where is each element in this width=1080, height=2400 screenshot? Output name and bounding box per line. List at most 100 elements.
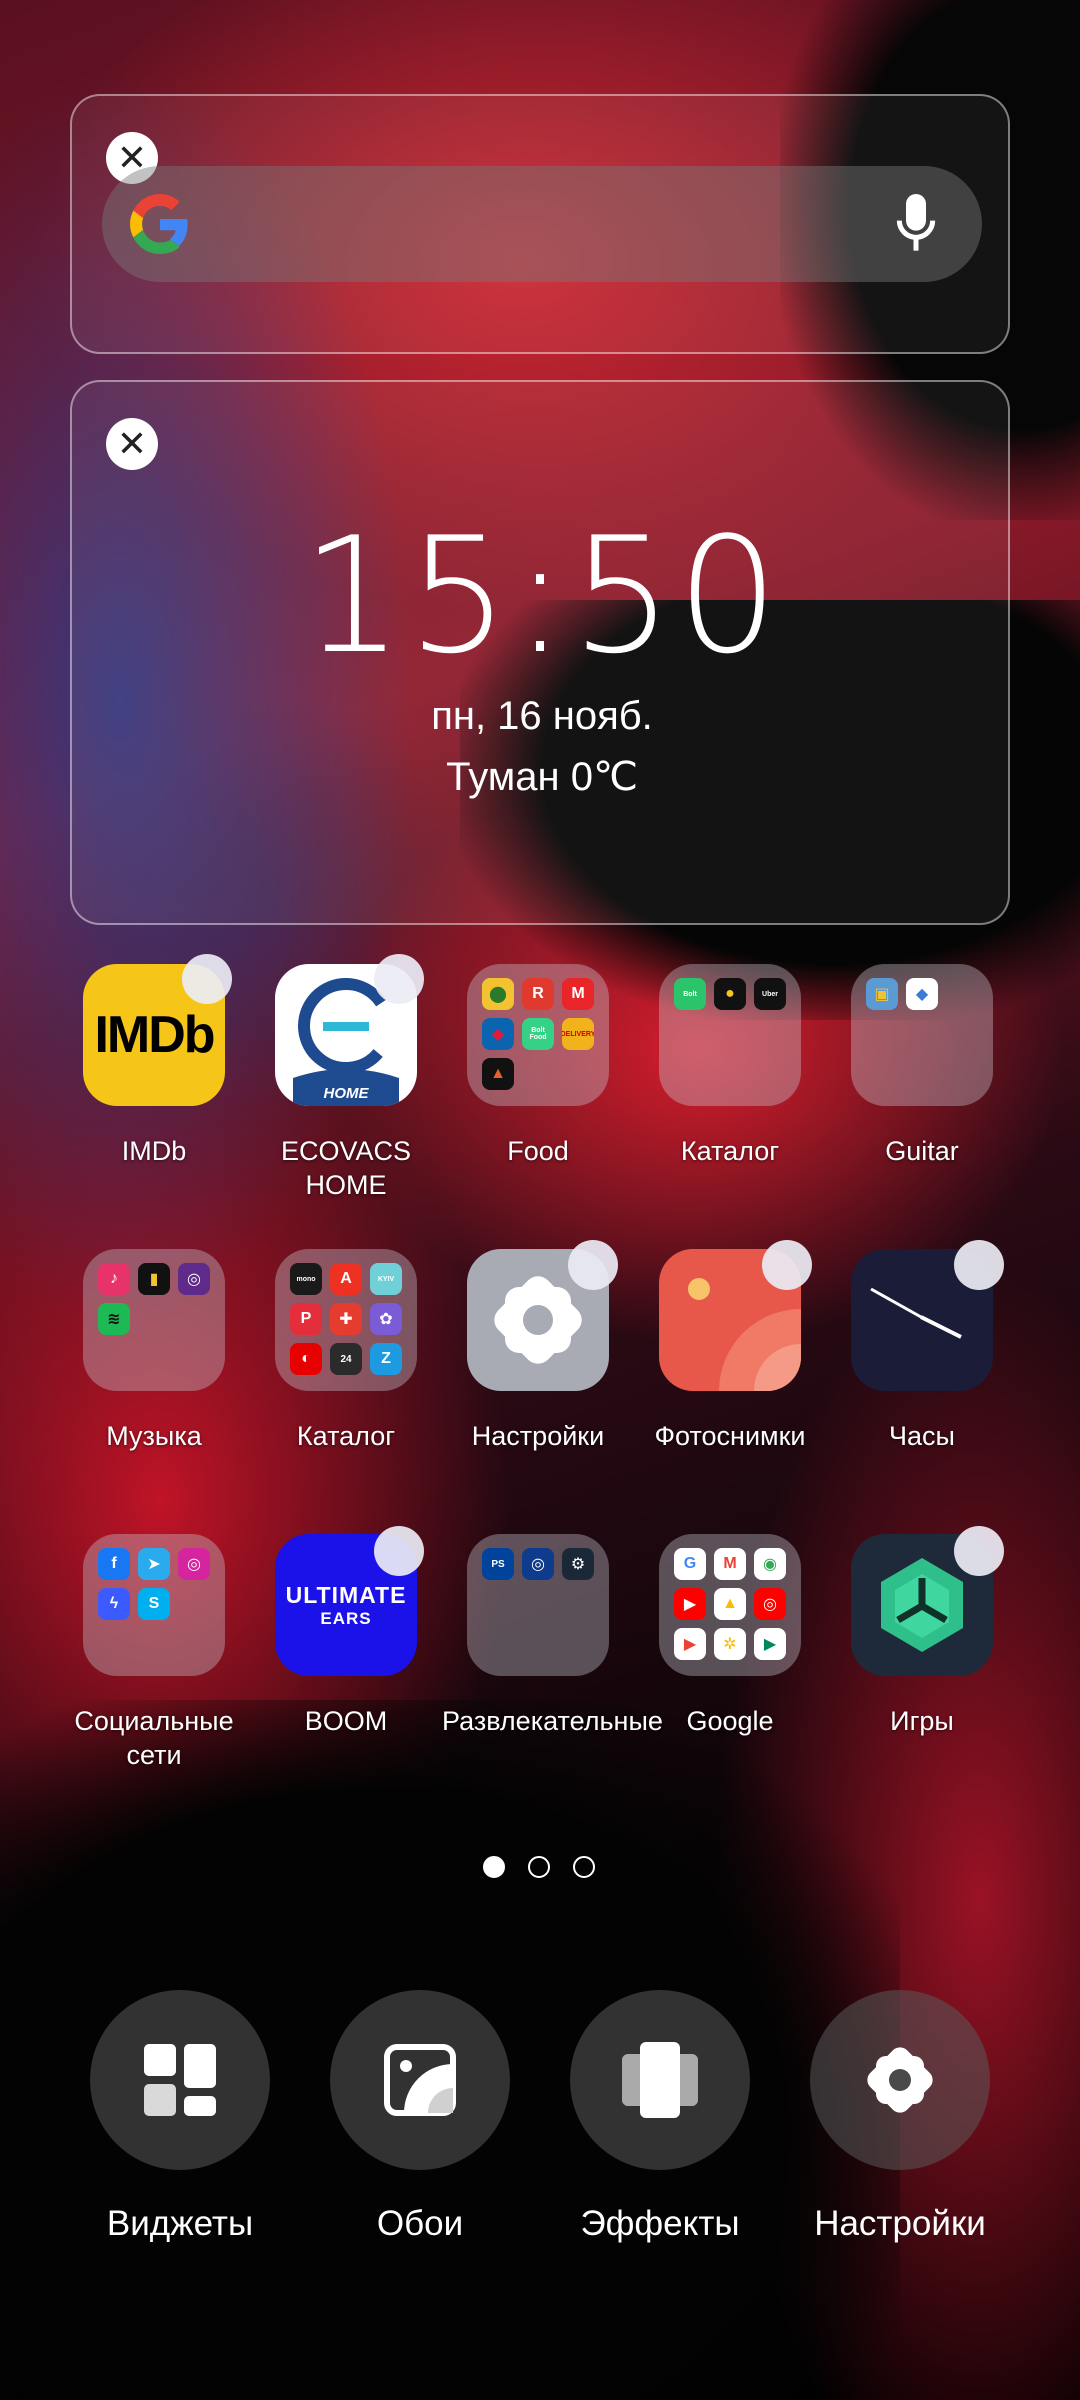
food-mini-app-icon: ▲ bbox=[482, 1058, 514, 1090]
music-folder-icon: ♪ ▮ ◎ ≋ bbox=[83, 1249, 225, 1391]
google-mini-app-icon: ▶ bbox=[754, 1628, 786, 1660]
page-indicator-1[interactable] bbox=[483, 1856, 505, 1878]
food-mini-app-icon: M bbox=[562, 978, 594, 1010]
music-mini-app-icon: ◎ bbox=[178, 1263, 210, 1295]
app-ecovacs-home[interactable]: HOME ECOVACS HOME bbox=[250, 964, 442, 1202]
settings-label: Настройки bbox=[814, 2204, 986, 2243]
catalog2-mini-app-icon: 24 bbox=[330, 1343, 362, 1375]
food-mini-app-icon: ◆ bbox=[482, 1018, 514, 1050]
google-mini-app-icon: ◎ bbox=[754, 1588, 786, 1620]
catalog2-mini-app-icon: ✿ bbox=[370, 1303, 402, 1335]
google-g-logo-icon bbox=[130, 194, 188, 254]
effects-button[interactable]: Эффекты bbox=[560, 1990, 760, 2244]
edit-badge[interactable] bbox=[374, 954, 424, 1004]
widgets-icon bbox=[144, 2044, 216, 2116]
app-label: Настройки bbox=[471, 1421, 605, 1451]
catalog2-mini-app-icon: P bbox=[290, 1303, 322, 1335]
catalog2-mini-app-icon: Z bbox=[370, 1343, 402, 1375]
edit-badge[interactable] bbox=[568, 1240, 618, 1290]
settings-icon bbox=[867, 2047, 933, 2113]
social-mini-app-icon: S bbox=[138, 1588, 170, 1620]
folder-guitar[interactable]: ▣ ◆ Guitar bbox=[826, 964, 1018, 1168]
widgets-button[interactable]: Виджеты bbox=[80, 1990, 280, 2244]
social-mini-app-icon: ◎ bbox=[178, 1548, 210, 1580]
remove-clock-widget-button[interactable]: ✕ bbox=[106, 418, 158, 470]
app-label: Каталог bbox=[680, 1136, 780, 1166]
app-label: Guitar bbox=[885, 1136, 959, 1166]
google-search-bar[interactable] bbox=[102, 166, 982, 282]
catalog-folder-icon: Bolt ● Uber bbox=[659, 964, 801, 1106]
edit-badge[interactable] bbox=[954, 1240, 1004, 1290]
app-label: Часы bbox=[889, 1421, 955, 1451]
clock-widget-frame[interactable]: ✕ 15:50 пн, 16 нояб. Туман 0℃ bbox=[70, 380, 1010, 925]
settings-button[interactable]: Настройки bbox=[800, 1990, 1000, 2244]
page-indicator-3[interactable] bbox=[573, 1856, 595, 1878]
food-mini-app-icon: R bbox=[522, 978, 554, 1010]
google-folder-icon: G M ◉ ▶ ▲ ◎ ▶ ✲ ▶ bbox=[659, 1534, 801, 1676]
wallpaper-icon bbox=[384, 2044, 456, 2116]
google-mini-app-icon: ✲ bbox=[714, 1628, 746, 1660]
app-label: Развлекательные bbox=[442, 1706, 663, 1736]
search-widget-frame[interactable]: ✕ bbox=[70, 94, 1010, 354]
app-label: Музыка bbox=[106, 1421, 202, 1451]
folder-social[interactable]: f ➤ ◎ ϟ S Социальные сети bbox=[58, 1534, 250, 1772]
social-mini-app-icon: ➤ bbox=[138, 1548, 170, 1580]
edit-badge[interactable] bbox=[954, 1526, 1004, 1576]
food-folder-icon: ⬤ R M ◆ Bolt Food DELIVERY ▲ bbox=[467, 964, 609, 1106]
music-mini-app-icon: ♪ bbox=[98, 1263, 130, 1295]
social-folder-icon: f ➤ ◎ ϟ S bbox=[83, 1534, 225, 1676]
folder-catalog[interactable]: Bolt ● Uber Каталог bbox=[634, 964, 826, 1168]
clock-weather: Туман 0℃ bbox=[446, 755, 638, 799]
effects-label: Эффекты bbox=[580, 2204, 740, 2243]
edit-badge[interactable] bbox=[374, 1526, 424, 1576]
app-label: Социальные сети bbox=[74, 1706, 234, 1770]
app-label: Игры bbox=[890, 1706, 954, 1736]
food-mini-app-icon: DELIVERY bbox=[562, 1018, 594, 1050]
entertainment-folder-icon: PS ◎ ⚙ bbox=[467, 1534, 609, 1676]
google-mini-app-icon: ◉ bbox=[754, 1548, 786, 1580]
app-label: Каталог bbox=[296, 1421, 396, 1451]
catalog2-mini-app-icon: ✚ bbox=[330, 1303, 362, 1335]
guitar-mini-app-icon: ◆ bbox=[906, 978, 938, 1010]
wallpaper-label: Обои bbox=[376, 2204, 464, 2243]
entertainment-mini-app-icon: PS bbox=[482, 1548, 514, 1580]
entertainment-mini-app-icon: ⚙ bbox=[562, 1548, 594, 1580]
wallpaper-button[interactable]: Обои bbox=[320, 1990, 520, 2244]
food-mini-app-icon: ⬤ bbox=[482, 978, 514, 1010]
google-mini-app-icon: ▲ bbox=[714, 1588, 746, 1620]
microphone-icon[interactable] bbox=[896, 194, 936, 254]
guitar-folder-icon: ▣ ◆ bbox=[851, 964, 993, 1106]
edit-badge[interactable] bbox=[182, 954, 232, 1004]
food-mini-app-icon: Bolt Food bbox=[522, 1018, 554, 1050]
app-label: ECOVACS HOME bbox=[280, 1136, 412, 1200]
google-mini-app-icon: G bbox=[674, 1548, 706, 1580]
catalog1-mini-app-icon: ● bbox=[714, 978, 746, 1010]
guitar-mini-app-icon: ▣ bbox=[866, 978, 898, 1010]
catalog2-mini-app-icon: ◐ bbox=[290, 1343, 322, 1375]
page-indicator-2[interactable] bbox=[528, 1856, 550, 1878]
google-mini-app-icon: M bbox=[714, 1548, 746, 1580]
google-mini-app-icon: ▶ bbox=[674, 1628, 706, 1660]
catalog2-mini-app-icon: mono bbox=[290, 1263, 322, 1295]
app-label: BOOM bbox=[304, 1706, 388, 1736]
app-label: Food bbox=[507, 1136, 569, 1166]
google-mini-app-icon: ▶ bbox=[674, 1588, 706, 1620]
app-label: Фотоснимки bbox=[654, 1421, 806, 1451]
catalog-folder-icon: mono A KYIV P ✚ ✿ ◐ 24 Z bbox=[275, 1249, 417, 1391]
music-mini-app-icon: ▮ bbox=[138, 1263, 170, 1295]
folder-entertainment[interactable]: PS ◎ ⚙ Развлекательные bbox=[442, 1534, 663, 1738]
folder-google[interactable]: G M ◉ ▶ ▲ ◎ ▶ ✲ ▶ Google bbox=[634, 1534, 826, 1738]
app-label: IMDb bbox=[121, 1136, 187, 1166]
social-mini-app-icon: ϟ bbox=[98, 1588, 130, 1620]
social-mini-app-icon: f bbox=[98, 1548, 130, 1580]
catalog1-mini-app-icon: Uber bbox=[754, 978, 786, 1010]
folder-music[interactable]: ♪ ▮ ◎ ≋ Музыка bbox=[58, 1249, 250, 1453]
music-mini-app-icon: ≋ bbox=[98, 1303, 130, 1335]
effects-icon bbox=[622, 2042, 698, 2118]
widgets-label: Виджеты bbox=[106, 2204, 254, 2243]
edit-badge[interactable] bbox=[762, 1240, 812, 1290]
folder-catalog-2[interactable]: mono A KYIV P ✚ ✿ ◐ 24 Z Каталог bbox=[250, 1249, 442, 1453]
folder-food[interactable]: ⬤ R M ◆ Bolt Food DELIVERY ▲ Food bbox=[442, 964, 634, 1168]
catalog2-mini-app-icon: A bbox=[330, 1263, 362, 1295]
catalog2-mini-app-icon: KYIV bbox=[370, 1263, 402, 1295]
